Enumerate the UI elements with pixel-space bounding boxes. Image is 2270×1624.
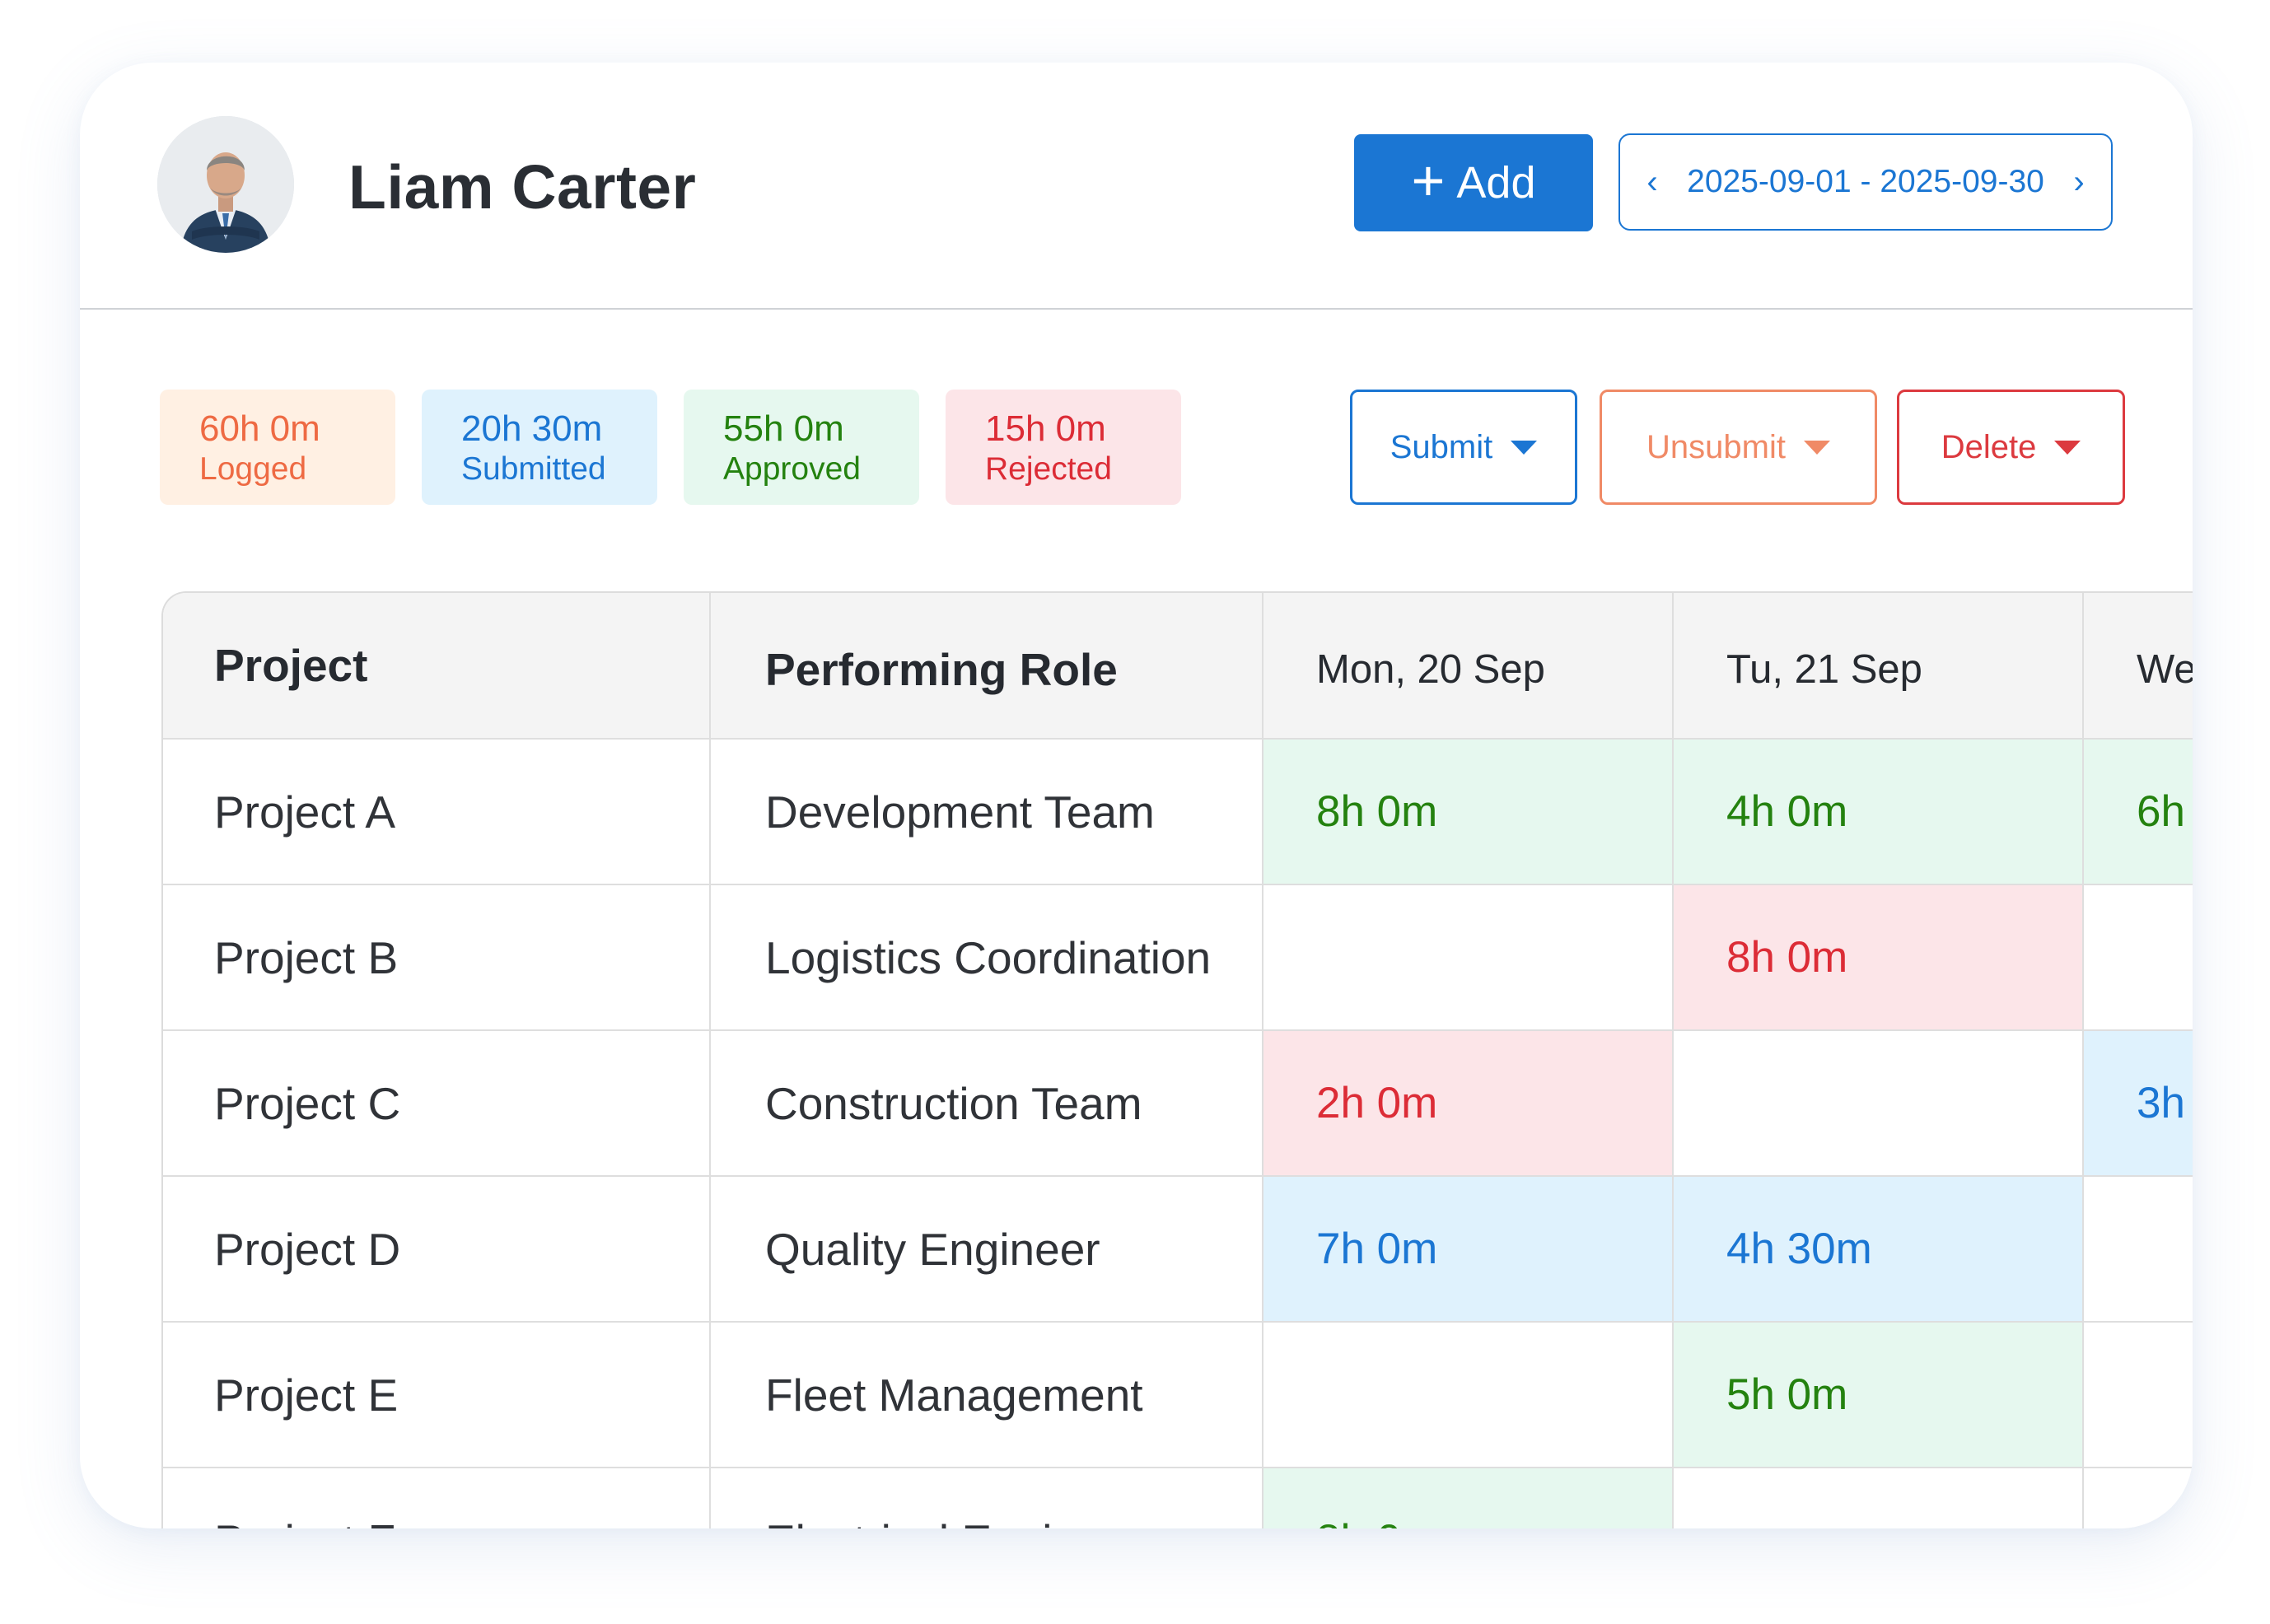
timesheet-table: Project Performing Role Mon, 20 Sep Tu, … [161, 591, 2193, 1528]
unsubmit-label: Unsubmit [1646, 428, 1786, 465]
submit-label: Submit [1390, 428, 1493, 465]
stat-logged: 60h 0m Logged [160, 390, 395, 505]
role-cell: Electrical Engineer [711, 1468, 1263, 1528]
timesheet-header: Liam Carter + Add ‹ 2025-09-01 - 2025-09… [80, 63, 2193, 310]
hours-cell[interactable]: 8h 0m [1674, 885, 2084, 1031]
column-header-day[interactable]: Tu, 21 Sep [1674, 593, 2084, 740]
delete-label: Delete [1941, 428, 2037, 465]
role-cell: Quality Engineer [711, 1177, 1263, 1323]
table-row[interactable]: Project C Construction Team 2h 0m 3h [163, 1031, 2193, 1177]
hours-cell[interactable]: 4h 0m [1674, 740, 2084, 885]
hours-cell[interactable] [1263, 1323, 1674, 1468]
table-row[interactable]: Project D Quality Engineer 7h 0m 4h 30m [163, 1177, 2193, 1323]
project-cell: Project F [163, 1468, 711, 1528]
caret-down-icon [1511, 440, 1538, 455]
hours-cell[interactable] [1674, 1468, 2084, 1528]
hours-cell[interactable]: 2h 0m [1263, 1031, 1674, 1177]
stat-rejected: 15h 0m Rejected [946, 390, 1181, 505]
hours-cell[interactable] [2084, 1177, 2193, 1323]
caret-down-icon [2054, 440, 2081, 455]
hours-cell[interactable] [2084, 1323, 2193, 1468]
hours-cell[interactable]: 8h 0m [1263, 740, 1674, 885]
column-header-day[interactable]: Mon, 20 Sep [1263, 593, 1674, 740]
column-header-day[interactable]: We [2084, 593, 2193, 740]
hours-cell[interactable]: 3h [2084, 1031, 2193, 1177]
user-name: Liam Carter [348, 152, 697, 222]
table-row[interactable]: Project A Development Team 8h 0m 4h 0m 6h [163, 740, 2193, 885]
delete-dropdown-button[interactable]: Delete [1897, 390, 2125, 505]
unsubmit-dropdown-button[interactable]: Unsubmit [1600, 390, 1877, 505]
stat-value: 60h 0m [199, 408, 320, 449]
chevron-right-icon[interactable]: › [2065, 164, 2093, 201]
chevron-left-icon[interactable]: ‹ [1638, 164, 1666, 201]
stat-value: 20h 30m [461, 408, 603, 449]
date-range-label: 2025-09-01 - 2025-09-30 [1687, 164, 2044, 199]
project-cell: Project A [163, 740, 711, 885]
project-cell: Project C [163, 1031, 711, 1177]
hours-cell[interactable]: 6h [2084, 740, 2193, 885]
table-row[interactable]: Project E Fleet Management 5h 0m [163, 1323, 2193, 1468]
add-button[interactable]: + Add [1354, 134, 1593, 231]
table-row[interactable]: Project B Logistics Coordination 8h 0m [163, 885, 2193, 1031]
project-cell: Project E [163, 1323, 711, 1468]
column-header-role[interactable]: Performing Role [711, 593, 1263, 740]
role-cell: Construction Team [711, 1031, 1263, 1177]
hours-cell[interactable] [2084, 1468, 2193, 1528]
table-row[interactable]: Project FElectrical Engineer8h 0m [163, 1468, 2193, 1528]
table-header-row: Project Performing Role Mon, 20 Sep Tu, … [163, 593, 2193, 740]
plus-icon: + [1411, 148, 1446, 212]
avatar [157, 116, 294, 253]
stat-value: 55h 0m [723, 408, 844, 449]
hours-cell[interactable]: 5h 0m [1674, 1323, 2084, 1468]
stat-submitted: 20h 30m Submitted [422, 390, 657, 505]
stat-approved: 55h 0m Approved [684, 390, 919, 505]
stat-value: 15h 0m [985, 408, 1106, 449]
timesheet-card: Liam Carter + Add ‹ 2025-09-01 - 2025-09… [80, 63, 2193, 1528]
hours-cell[interactable] [1674, 1031, 2084, 1177]
hours-cell[interactable] [2084, 885, 2193, 1031]
hours-cell[interactable]: 7h 0m [1263, 1177, 1674, 1323]
submit-dropdown-button[interactable]: Submit [1350, 390, 1577, 505]
project-cell: Project B [163, 885, 711, 1031]
caret-down-icon [1803, 440, 1830, 455]
column-header-project[interactable]: Project [163, 593, 711, 740]
project-cell: Project D [163, 1177, 711, 1323]
role-cell: Development Team [711, 740, 1263, 885]
hours-cell[interactable]: 4h 30m [1674, 1177, 2084, 1323]
hours-cell[interactable]: 8h 0m [1263, 1468, 1674, 1528]
date-range-picker[interactable]: ‹ 2025-09-01 - 2025-09-30 › [1618, 133, 2113, 231]
role-cell: Logistics Coordination [711, 885, 1263, 1031]
stat-label: Approved [723, 451, 861, 487]
stat-label: Logged [199, 451, 307, 487]
add-button-label: Add [1456, 158, 1536, 208]
stat-label: Rejected [985, 451, 1112, 487]
role-cell: Fleet Management [711, 1323, 1263, 1468]
stat-label: Submitted [461, 451, 606, 487]
hours-cell[interactable] [1263, 885, 1674, 1031]
